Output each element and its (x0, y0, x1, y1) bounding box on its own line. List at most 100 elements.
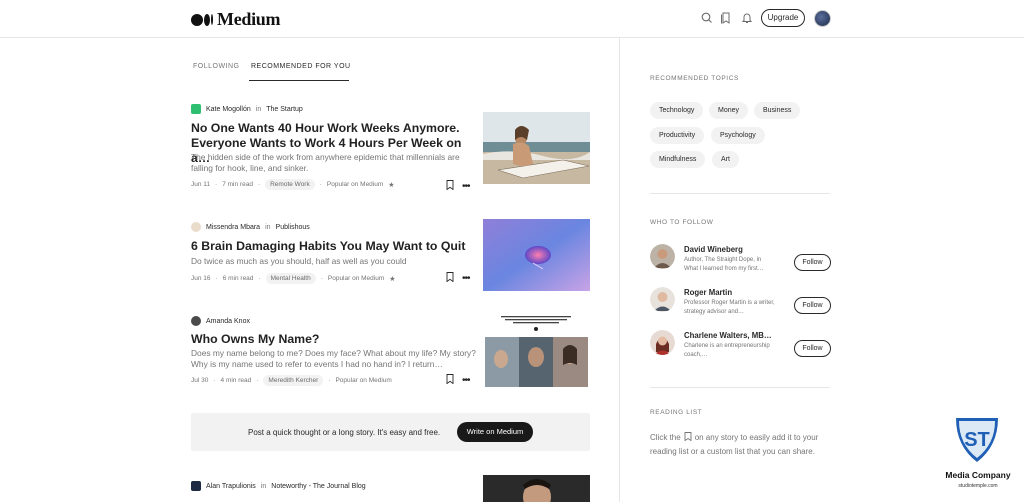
topic-tag[interactable]: Mental Health (265, 273, 316, 284)
topic-pill[interactable]: Mindfulness (650, 151, 706, 168)
medium-logo[interactable]: Medium (191, 9, 281, 30)
author-name[interactable]: Alan Trapulionis (206, 483, 256, 490)
topic-pill[interactable]: Money (709, 102, 749, 119)
in-label: in (260, 482, 267, 490)
watermark-badge-text: ST (964, 429, 990, 451)
upgrade-button[interactable]: Upgrade (761, 9, 805, 27)
topic-pill[interactable]: Art (712, 151, 739, 168)
article-meta: Jun 16 · 6 min read · Mental Health · Po… (191, 273, 396, 284)
bookmark-icon (684, 432, 692, 441)
topic-tag[interactable]: Meredith Kercher (263, 375, 324, 386)
publication-name[interactable]: The Startup (266, 106, 303, 113)
article-card[interactable]: Missendra Mbara in Publishous 6 Brain Da… (191, 219, 590, 294)
author-avatar (191, 222, 201, 232)
topic-pill[interactable]: Technology (650, 102, 704, 119)
more-options-icon[interactable]: ••• (462, 274, 470, 284)
article-subtitle[interactable]: The hidden side of the work from anywher… (191, 152, 476, 174)
write-prompt-banner: Post a quick thought or a long story. It… (191, 413, 590, 451)
person-name[interactable]: Charlene Walters, MB… (684, 331, 772, 340)
author-name[interactable]: Kate Mogollón (206, 106, 251, 113)
more-options-icon[interactable]: ••• (462, 376, 470, 386)
popular-badge: Popular on Medium (326, 181, 384, 188)
bookmark-icon[interactable] (446, 374, 454, 384)
tab-recommended[interactable]: RECOMMENDED FOR YOU (251, 63, 351, 70)
author-name[interactable]: Missendra Mbara (206, 224, 260, 231)
write-prompt-text: Post a quick thought or a long story. It… (248, 428, 441, 437)
lists-icon[interactable] (719, 11, 733, 25)
person-name[interactable]: David Wineberg (684, 245, 743, 254)
write-on-medium-button[interactable]: Write on Medium (457, 422, 533, 442)
sidebar-divider (619, 38, 620, 502)
medium-logo-icon (191, 13, 213, 26)
article-thumbnail[interactable] (483, 219, 590, 291)
popular-badge: Popular on Medium (327, 275, 385, 282)
author-row: Missendra Mbara in Publishous (191, 222, 310, 232)
article-card[interactable]: Alan Trapulionis in Noteworthy - The Jou… (191, 475, 590, 502)
search-icon[interactable] (700, 11, 714, 25)
user-avatar[interactable] (814, 10, 831, 27)
reading-list-heading: READING LIST (650, 409, 703, 416)
article-title[interactable]: 6 Brain Damaging Habits You May Want to … (191, 239, 476, 254)
reading-list-description: Click the on any story to easily add it t… (650, 431, 830, 459)
author-row: Alan Trapulionis in Noteworthy - The Jou… (191, 481, 366, 491)
star-icon: ★ (388, 181, 395, 189)
in-label: in (255, 105, 262, 113)
topic-pill[interactable]: Productivity (650, 127, 705, 144)
medium-wordmark: Medium (217, 9, 281, 29)
article-title[interactable]: Who Owns My Name? (191, 332, 476, 347)
person-avatar[interactable] (650, 244, 675, 269)
person-bio: Author, The Straight Dope, in What I lea… (684, 257, 764, 272)
article-subtitle[interactable]: Does my name belong to me? Does my face?… (191, 348, 476, 370)
article-date: Jul 30 (191, 377, 209, 384)
publication-icon (191, 481, 201, 491)
article-date: Jun 11 (191, 181, 211, 188)
follow-suggestion: Roger Martin Professor Roger Martin is a… (650, 287, 832, 319)
bookmark-icon[interactable] (446, 272, 454, 282)
follow-button[interactable]: Follow (794, 297, 831, 314)
article-date: Jun 16 (191, 275, 211, 282)
publication-name[interactable]: Publishous (276, 224, 310, 231)
article-meta: Jul 30 · 4 min read · Meredith Kercher ·… (191, 375, 392, 386)
in-label: in (265, 223, 271, 231)
follow-suggestion: Charlene Walters, MB… Charlene is an ent… (650, 330, 832, 362)
reading-list-text-start: Click the (650, 433, 681, 442)
author-avatar (191, 316, 201, 326)
author-row: Kate Mogollón in The Startup (191, 104, 303, 114)
article-meta: Jun 11 · 7 min read · Remote Work · Popu… (191, 179, 395, 190)
follow-suggestion: David Wineberg Author, The Straight Dope… (650, 244, 832, 276)
person-name[interactable]: Roger Martin (684, 288, 732, 297)
article-card[interactable]: Amanda Knox Who Owns My Name? Does my na… (191, 313, 590, 392)
star-icon: ★ (389, 275, 396, 283)
follow-button[interactable]: Follow (794, 340, 831, 357)
active-tab-underline (249, 80, 349, 81)
read-time: 6 min read (222, 275, 254, 282)
tab-following[interactable]: FOLLOWING (193, 63, 240, 70)
watermark-title: Media Company (945, 470, 1011, 480)
popular-badge: Popular on Medium (335, 377, 392, 384)
article-thumbnail[interactable] (483, 313, 590, 388)
author-name[interactable]: Amanda Knox (206, 318, 250, 325)
top-navbar: Medium Upgrade (0, 0, 1024, 38)
sidebar-divider-line (650, 193, 830, 194)
article-thumbnail[interactable] (483, 112, 590, 184)
person-bio: Charlene is an entrepreneurship coach,… (684, 343, 770, 358)
author-row: Amanda Knox (191, 316, 250, 326)
bookmark-icon[interactable] (446, 180, 454, 190)
article-card[interactable]: Kate Mogollón in The Startup No One Want… (191, 104, 590, 194)
person-bio: Professor Roger Martin is a writer, stra… (684, 300, 775, 315)
topic-tag[interactable]: Remote Work (265, 179, 315, 190)
watermark-subtitle: studiotemple.com (958, 483, 998, 489)
watermark-badge-icon: ST (956, 418, 998, 462)
follow-button[interactable]: Follow (794, 254, 831, 271)
publication-name[interactable]: Noteworthy - The Journal Blog (271, 483, 365, 490)
person-avatar[interactable] (650, 287, 675, 312)
topic-pill[interactable]: Business (754, 102, 801, 119)
more-options-icon[interactable]: ••• (462, 182, 470, 192)
article-thumbnail[interactable] (483, 475, 590, 502)
recommended-topics-heading: RECOMMENDED TOPICS (650, 75, 739, 82)
topic-pill[interactable]: Psychology (711, 127, 765, 144)
read-time: 4 min read (220, 377, 252, 384)
bell-icon[interactable] (740, 11, 754, 25)
person-avatar[interactable] (650, 330, 675, 355)
article-subtitle[interactable]: Do twice as much as you should, half as … (191, 256, 476, 267)
